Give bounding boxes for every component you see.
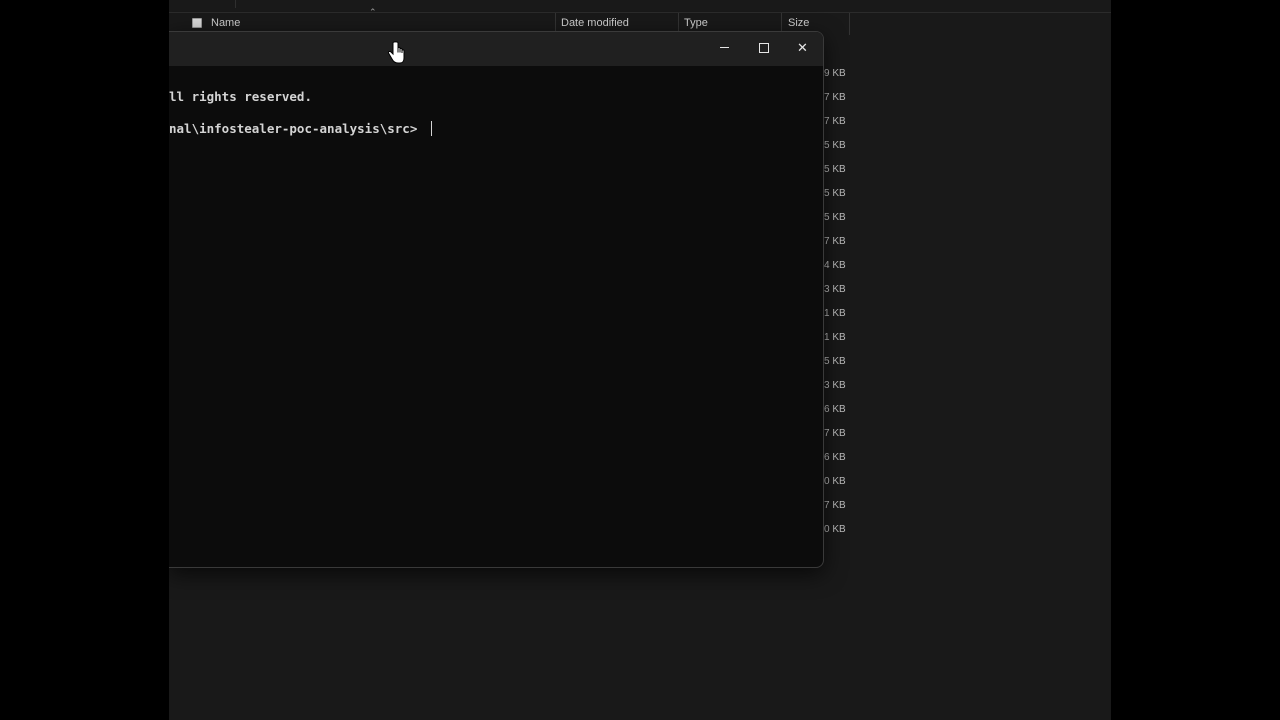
maximize-button[interactable] (744, 32, 783, 66)
file-size-cell: 0 KB (824, 476, 846, 487)
terminal-output[interactable]: ll rights reserved. nal\infostealer-poc-… (169, 66, 823, 567)
file-size-column: 9 KB 7 KB 7 KB 5 KB 5 KB 5 KB 5 KB 7 KB … (824, 67, 864, 547)
file-size-cell: 7 KB (824, 500, 846, 511)
file-size-cell: 5 KB (824, 164, 846, 175)
file-size-cell: 6 KB (824, 452, 846, 463)
file-size-cell: 0 KB (824, 524, 846, 535)
column-header-name[interactable]: Name (211, 17, 240, 29)
file-size-cell: 4 KB (824, 260, 846, 271)
move-cursor-icon (384, 40, 406, 66)
explorer-toolbar-edge (169, 0, 1111, 13)
terminal-prompt: nal\infostealer-poc-analysis\src> (169, 121, 425, 136)
file-size-cell: 5 KB (824, 140, 846, 151)
close-icon: ✕ (797, 41, 808, 56)
text-cursor (430, 121, 432, 136)
minimize-button[interactable] (705, 32, 744, 66)
maximize-icon (758, 42, 769, 53)
file-size-cell: 7 KB (824, 236, 846, 247)
file-size-cell: 7 KB (824, 116, 846, 127)
file-size-cell: 1 KB (824, 332, 846, 343)
desktop: ⌃ Name Date modified Type Size 9 KB 7 KB… (0, 0, 1280, 720)
toolbar-separator (235, 0, 236, 8)
file-size-cell: 6 KB (824, 404, 846, 415)
column-header-date-modified[interactable]: Date modified (561, 17, 629, 29)
file-size-cell: 5 KB (824, 188, 846, 199)
terminal-titlebar[interactable]: ✕ (169, 32, 823, 66)
terminal-prompt-line[interactable]: nal\infostealer-poc-analysis\src> (169, 121, 432, 136)
column-header-type[interactable]: Type (684, 17, 708, 29)
terminal-window[interactable]: ✕ ll rights reserved. nal\infostealer-po… (169, 31, 824, 568)
file-size-cell: 7 KB (824, 92, 846, 103)
file-size-cell: 7 KB (824, 428, 846, 439)
select-all-checkbox[interactable] (192, 18, 202, 28)
file-size-cell: 5 KB (824, 212, 846, 223)
file-size-cell: 1 KB (824, 308, 846, 319)
file-size-cell: 5 KB (824, 356, 846, 367)
file-size-cell: 3 KB (824, 284, 846, 295)
file-size-cell: 9 KB (824, 68, 846, 79)
minimize-icon (720, 47, 729, 48)
sort-ascending-icon: ⌃ (369, 7, 377, 17)
column-header-size[interactable]: Size (788, 17, 809, 29)
terminal-line-copyright: ll rights reserved. (169, 89, 312, 104)
column-divider[interactable] (849, 13, 850, 35)
file-size-cell: 3 KB (824, 380, 846, 391)
close-button[interactable]: ✕ (783, 32, 822, 66)
